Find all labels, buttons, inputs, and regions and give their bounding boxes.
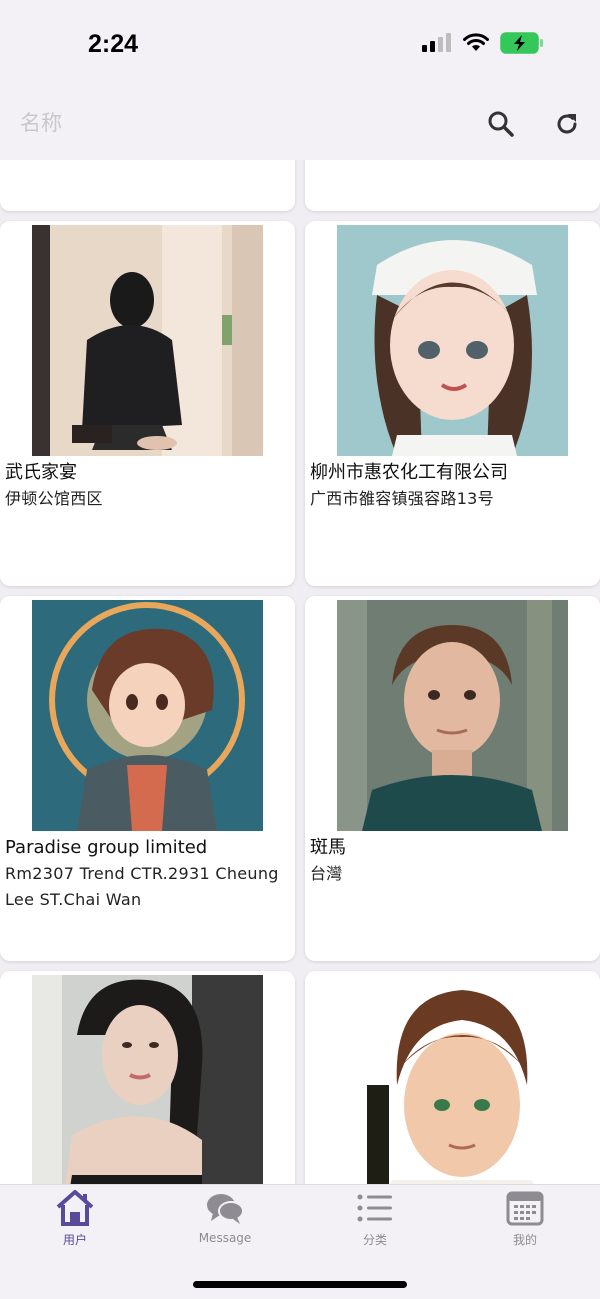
nav-item-label: 分类 [362, 1233, 387, 1247]
user-photo [32, 600, 263, 831]
grid-card-partial[interactable] [305, 160, 600, 211]
grid-card[interactable]: Paradise group limited Rm2307 Trend CTR.… [0, 596, 295, 961]
status-bar: 2:24 [0, 0, 600, 88]
user-photo [337, 975, 568, 1184]
card-subtitle: 伊顿公馆西区 [5, 489, 103, 508]
grid-card[interactable] [0, 971, 295, 1184]
nav-item-label: 我的 [512, 1233, 537, 1247]
card-subtitle: Rm2307 Trend CTR.2931 Cheung Lee ST.Chai… [5, 864, 279, 909]
cellular-signal-icon [422, 33, 451, 52]
grid-card[interactable]: 武氏家宴 伊顿公馆西区 [0, 221, 295, 586]
list-icon [357, 1194, 392, 1222]
card-subtitle: 广西市雒容镇强容路13号 [310, 489, 494, 508]
refresh-icon [557, 114, 577, 134]
card-title: Paradise group limited [5, 837, 208, 858]
card-title: 斑馬 [310, 837, 346, 858]
status-icons [422, 32, 544, 54]
nav-item-users[interactable]: 用户 [0, 1189, 150, 1259]
grid-card[interactable] [305, 971, 600, 1184]
search-button[interactable] [483, 106, 519, 142]
user-grid[interactable]: 武氏家宴 伊顿公馆西区 柳州市惠农化工有限公司 广西市雒容镇强容路13号 Par… [0, 160, 600, 1184]
refresh-button[interactable] [549, 106, 585, 142]
nav-item-label: 用户 [62, 1233, 87, 1247]
user-photo [32, 975, 263, 1184]
nav-item-message[interactable]: Message [150, 1189, 300, 1259]
card-title: 武氏家宴 [5, 462, 77, 483]
calendar-icon [506, 1191, 544, 1226]
chat-bubbles-icon [207, 1194, 244, 1224]
wifi-icon [463, 33, 489, 51]
app-bar [0, 88, 600, 160]
user-photo [337, 600, 568, 831]
card-title: 柳州市惠农化工有限公司 [310, 462, 508, 483]
grid-card[interactable]: 斑馬 台灣 [305, 596, 600, 961]
search-icon [488, 111, 514, 137]
search-input[interactable] [20, 98, 440, 148]
grid-card-partial[interactable] [0, 160, 295, 211]
nav-item-category[interactable]: 分类 [300, 1189, 450, 1259]
status-time: 2:24 [88, 30, 139, 58]
user-photo [337, 225, 568, 456]
home-indicator[interactable] [193, 1281, 407, 1288]
nav-item-label: Message [198, 1231, 252, 1245]
card-subtitle: 台灣 [310, 864, 343, 883]
grid-card[interactable]: 柳州市惠农化工有限公司 广西市雒容镇强容路13号 [305, 221, 600, 586]
nav-item-mine[interactable]: 我的 [450, 1189, 600, 1259]
battery-charging-icon [500, 32, 543, 54]
home-icon [56, 1190, 94, 1226]
user-photo [32, 225, 263, 456]
